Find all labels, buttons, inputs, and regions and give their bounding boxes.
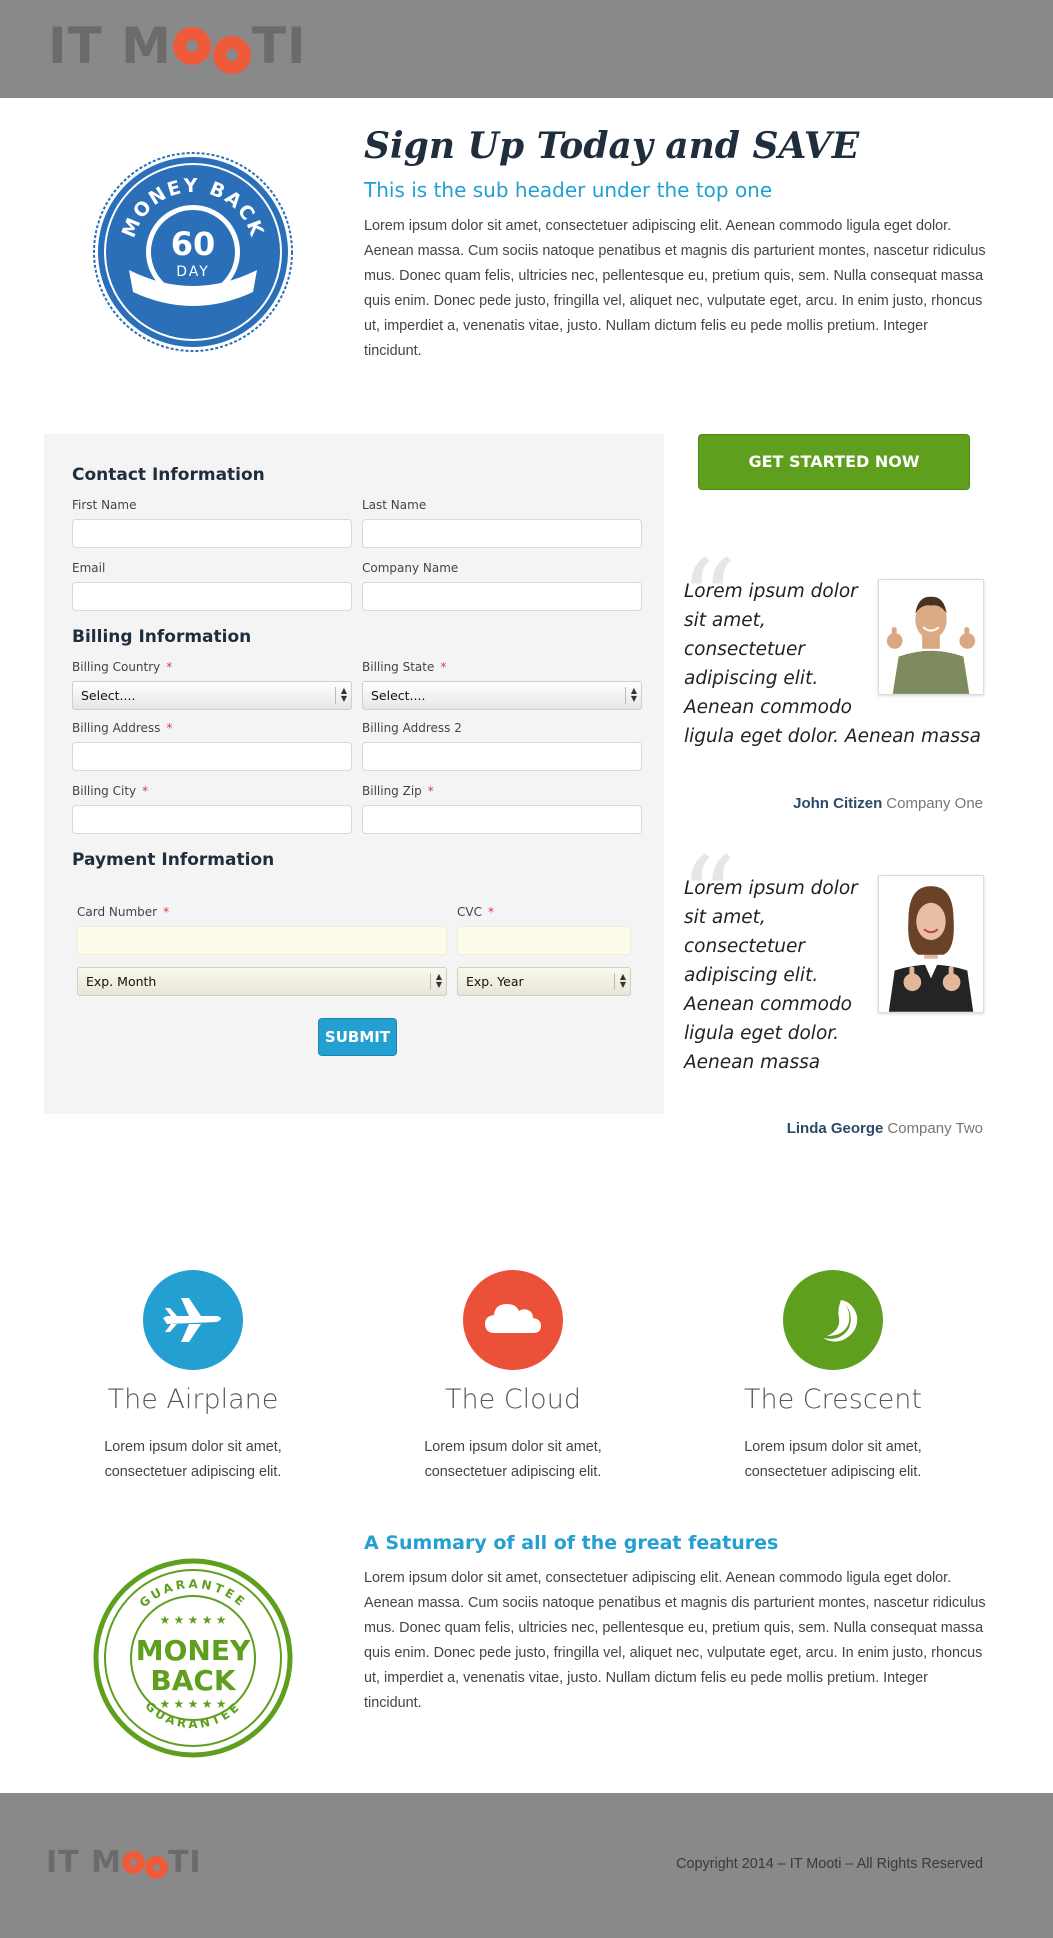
card-number-field[interactable] [77,926,447,955]
card-number-label: Card Number * [77,905,170,919]
cvc-label: CVC * [457,905,494,919]
billing-address-label: Billing Address * [72,721,173,735]
select-arrows-icon: ▲ ▼ [430,973,442,990]
billing-country-label: Billing Country * [72,660,173,674]
testimonial-avatar [878,579,984,695]
airplane-icon [163,1298,221,1342]
first-name-field[interactable] [72,519,352,548]
gear-icon [144,1855,168,1879]
billing-heading: Billing Information [72,627,252,647]
billing-address-field[interactable] [72,742,352,771]
required-mark: * [440,660,447,674]
svg-text:MONEY: MONEY [136,1634,251,1667]
logo-text-left: IT M [46,1844,122,1880]
testimonial-quote: Lorem ipsum dolor sit amet, consectetuer… [684,878,858,1073]
exp-year-select[interactable]: Exp. Year ▲ ▼ [457,967,631,996]
money-back-60-day-badge: MONEY BACK GUARANTEE 60 DAY [93,152,293,352]
gear-icon [121,1850,145,1874]
billing-address2-label: Billing Address 2 [362,721,462,735]
billing-state-label: Billing State * [362,660,447,674]
contact-heading: Contact Information [72,465,265,485]
page-title: Sign Up Today and SAVE [364,125,860,167]
feature-description: Lorem ipsum dolor sit amet, consectetuer … [104,1439,282,1480]
money-back-guarantee-badge: GUARANTEE GUARANTEE ★ ★ ★ ★ ★ ★ ★ ★ ★ ★ … [93,1558,293,1758]
intro-paragraph: Lorem ipsum dolor sit amet, consectetuer… [364,218,986,359]
testimonial-attribution: Linda George Company Two [787,1120,983,1137]
testimonial-avatar [878,875,984,1013]
required-mark: * [487,905,494,919]
gear-icon [212,36,251,74]
svg-text:★ ★ ★ ★ ★: ★ ★ ★ ★ ★ [159,1697,226,1711]
last-name-field[interactable] [362,519,642,548]
company-name-field[interactable] [362,582,642,611]
billing-country-value: Select.... [81,688,136,703]
page-subtitle: This is the sub header under the top one [364,178,773,202]
feature-title: The Crescent [744,1384,922,1415]
site-header: IT M TI [0,0,1053,98]
select-arrows-icon: ▲ ▼ [335,687,347,704]
crescent-icon [823,1300,858,1342]
copyright-text: Copyright 2014 – IT Mooti – All Rights R… [676,1856,983,1872]
footer-logo[interactable]: IT M TI [46,1844,202,1880]
exp-month-select[interactable]: Exp. Month ▲ ▼ [77,967,447,996]
summary-title: A Summary of all of the great features [364,1532,779,1554]
svg-text:★ ★ ★ ★ ★: ★ ★ ★ ★ ★ [159,1613,226,1627]
feature-crescent-circle [783,1270,883,1370]
payment-heading: Payment Information [72,850,275,870]
logo-text-right: TI [251,17,307,75]
testimonial-name: John Citizen [793,795,883,812]
billing-state-select[interactable]: Select.... ▲ ▼ [362,681,642,710]
testimonial-name: Linda George [786,1120,884,1137]
site-footer: IT M TI Copyright 2014 – IT Mooti – All … [0,1793,1053,1938]
billing-state-value: Select.... [371,688,426,703]
cloud-icon [485,1304,541,1333]
required-mark: * [427,784,434,798]
exp-year-value: Exp. Year [466,974,524,989]
feature-title: The Airplane [107,1384,279,1415]
testimonial-company: Company One [886,795,983,812]
billing-country-select[interactable]: Select.... ▲ ▼ [72,681,352,710]
logo-text-left: IT M [48,17,172,75]
svg-text:BACK: BACK [150,1664,237,1697]
submit-button[interactable]: SUBMIT [318,1018,397,1056]
select-arrows-icon: ▲ ▼ [625,687,637,704]
feature-description: Lorem ipsum dolor sit amet, consectetuer … [424,1439,602,1480]
testimonial-attribution: John Citizen Company One [793,795,983,812]
select-arrows-icon: ▲ ▼ [614,973,626,990]
required-mark: * [142,784,149,798]
billing-city-field[interactable] [72,805,352,834]
email-field[interactable] [72,582,352,611]
testimonial-company: Company Two [887,1120,983,1137]
logo-text-right: TI [167,1844,202,1880]
gear-icon [172,27,211,65]
feature-cloud-circle [463,1270,563,1370]
site-logo[interactable]: IT M TI [48,17,307,75]
required-mark: * [166,721,173,735]
feature-airplane-circle [143,1270,243,1370]
cvc-field[interactable] [457,926,631,955]
exp-month-value: Exp. Month [86,974,157,989]
feature-title: The Cloud [445,1384,581,1415]
required-mark: * [166,660,173,674]
email-label: Email [72,561,106,575]
required-mark: * [163,905,170,919]
svg-text:60: 60 [171,225,216,263]
first-name-label: First Name [72,498,137,512]
svg-text:DAY: DAY [176,264,210,280]
feature-description: Lorem ipsum dolor sit amet, consectetuer … [744,1439,922,1480]
billing-zip-field[interactable] [362,805,642,834]
summary-paragraph: Lorem ipsum dolor sit amet, consectetuer… [364,1570,986,1711]
billing-city-label: Billing City * [72,784,149,798]
billing-zip-label: Billing Zip * [362,784,434,798]
get-started-button[interactable]: GET STARTED NOW [698,434,970,490]
company-name-label: Company Name [362,561,459,575]
last-name-label: Last Name [362,498,427,512]
billing-address2-field[interactable] [362,742,642,771]
